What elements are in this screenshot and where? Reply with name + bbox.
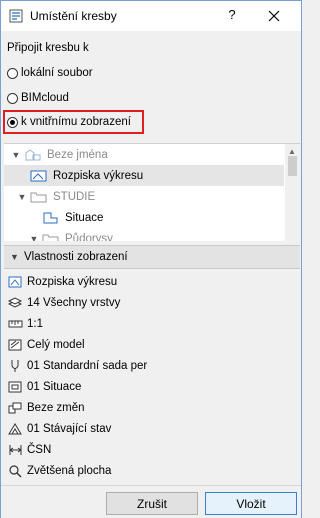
- graphic-override-icon: [8, 423, 22, 435]
- layout-view-icon: [30, 170, 47, 181]
- radio-button[interactable]: [7, 67, 18, 79]
- tree-item-pudorysy[interactable]: ▼ Půdorysy: [4, 228, 284, 241]
- prop-label: 01 Standardní sada per: [27, 360, 148, 372]
- prop-layers: 14 Všechny vrstvy: [8, 294, 120, 312]
- pen-set-icon: [11, 360, 19, 372]
- highlight-annotation: [3, 110, 144, 134]
- prop-model-view: Celý model: [8, 336, 85, 354]
- prop-label: Rozpiska výkresu: [27, 276, 118, 288]
- tree-item-label: Beze jména: [47, 148, 108, 161]
- prop-model-view-options: 01 Situace: [8, 378, 81, 396]
- tree-scrollbar[interactable]: ▲: [285, 144, 300, 241]
- scroll-thumb[interactable]: [288, 156, 297, 176]
- place-button[interactable]: Vložit: [205, 492, 297, 515]
- view-tree[interactable]: ▼ Beze jména Rozpiska výkresu ▼ STUDIE S…: [4, 143, 300, 241]
- view-properties-header[interactable]: ▼ Vlastnosti zobrazení: [4, 245, 300, 269]
- folder-icon: [42, 234, 59, 241]
- chevron-down-icon[interactable]: ▼: [10, 252, 24, 262]
- prop-label: Celý model: [27, 339, 85, 351]
- dialog-title: Umístění kresby: [30, 9, 117, 23]
- cancel-button[interactable]: Zrušit: [106, 492, 198, 515]
- radio-label: lokální soubor: [21, 67, 93, 79]
- radio-button[interactable]: [7, 92, 18, 104]
- prop-label: 14 Všechny vrstvy: [27, 297, 121, 309]
- prop-label: 01 Situace: [27, 381, 82, 393]
- prop-graphic-override: 01 Stávající stav: [8, 420, 111, 438]
- prop-dimension-standard: ČSN: [8, 441, 51, 459]
- chevron-down-icon[interactable]: ▼: [16, 192, 28, 202]
- tree-item-root[interactable]: ▼ Beze jména: [4, 144, 284, 165]
- prop-zoom: Zvětšená plocha: [8, 462, 111, 480]
- model-view-options-icon: [8, 381, 22, 393]
- help-button[interactable]: ?: [225, 7, 239, 22]
- tree-item-studie[interactable]: ▼ STUDIE: [4, 186, 284, 207]
- zoom-icon: [9, 465, 22, 478]
- scroll-up-icon[interactable]: ▲: [288, 147, 296, 156]
- renovation-filter-icon: [8, 402, 22, 414]
- chevron-down-icon[interactable]: ▼: [28, 234, 40, 242]
- scale-icon: [8, 320, 23, 328]
- close-icon[interactable]: [261, 5, 287, 27]
- tree-item-selected[interactable]: Rozpiska výkresu: [4, 165, 284, 186]
- prop-renovation-filter: Beze změn: [8, 399, 85, 417]
- view-folder-icon: [25, 148, 41, 160]
- prop-view-name: Rozpiska výkresu: [8, 273, 117, 291]
- section-title: Vlastnosti zobrazení: [24, 251, 128, 263]
- plan-view-icon: [43, 212, 58, 223]
- tree-item-label: Půdorysy: [65, 232, 113, 242]
- link-to-label: Připojit kresbu k: [7, 42, 89, 54]
- chevron-down-icon[interactable]: ▼: [10, 150, 22, 160]
- layers-icon: [8, 297, 23, 308]
- dialog-window: Umístění kresby ? Připojit kresbu k loká…: [0, 0, 302, 518]
- app-icon: [9, 9, 23, 23]
- dimension-icon: [9, 445, 22, 455]
- folder-icon: [30, 192, 47, 202]
- prop-label: 01 Stávající stav: [27, 423, 112, 435]
- radio-bimcloud[interactable]: BIMcloud: [7, 89, 69, 107]
- prop-scale: 1:1: [8, 315, 43, 333]
- tree-item-situace[interactable]: Situace: [4, 207, 284, 228]
- title-bar: Umístění kresby ?: [1, 1, 301, 31]
- model-view-icon: [8, 339, 22, 351]
- prop-label: ČSN: [27, 444, 52, 456]
- tree-item-label: Rozpiska výkresu: [53, 169, 144, 182]
- tree-item-label: STUDIE: [53, 190, 96, 203]
- radio-label: BIMcloud: [21, 92, 69, 104]
- view-name-icon: [8, 276, 22, 288]
- prop-pen-set: 01 Standardní sada per: [8, 357, 147, 375]
- prop-label: Zvětšená plocha: [27, 465, 112, 477]
- prop-label: 1:1: [27, 318, 43, 330]
- radio-local-file[interactable]: lokální soubor: [7, 64, 93, 82]
- prop-label: Beze změn: [27, 402, 85, 414]
- tree-item-label: Situace: [65, 211, 104, 224]
